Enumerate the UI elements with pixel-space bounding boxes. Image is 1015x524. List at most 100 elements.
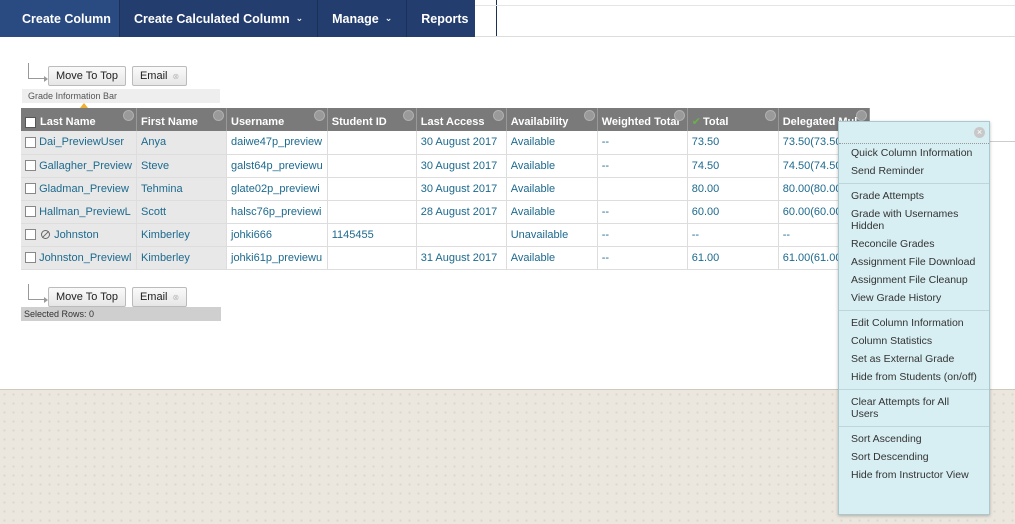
grade-information-bar[interactable]: Grade Information Bar (22, 89, 220, 103)
cell-availability[interactable]: Available (506, 177, 598, 201)
cell-student-id[interactable]: 1145455 (327, 223, 417, 247)
email-button[interactable]: Email ⊗ (131, 287, 188, 307)
column-menu-icon[interactable] (313, 110, 325, 121)
cell-student-id[interactable] (327, 246, 417, 270)
cell-last-access[interactable]: 31 August 2017 (416, 246, 507, 270)
nav-label: Create Column (22, 11, 111, 26)
cell-username[interactable]: glate02p_previewi (226, 177, 328, 201)
menu-item-quick-column-information[interactable]: Quick Column Information (839, 144, 989, 162)
menu-item-sort-descending[interactable]: Sort Descending (839, 448, 989, 466)
column-menu-icon[interactable] (213, 110, 224, 121)
menu-item-sort-ascending[interactable]: Sort Ascending (839, 430, 989, 448)
column-menu-icon[interactable] (402, 110, 414, 121)
column-menu-icon[interactable] (764, 110, 776, 121)
cell-availability[interactable]: Available (506, 246, 598, 270)
row-checkbox[interactable] (25, 136, 36, 148)
cell-value: glate02p_previewi (231, 182, 320, 195)
move-to-top-button[interactable]: Move To Top (48, 66, 126, 86)
cell-weighted[interactable] (597, 177, 688, 201)
cell-username[interactable]: halsc76p_previewi (226, 200, 328, 224)
cell-last-access[interactable]: 28 August 2017 (416, 200, 507, 224)
close-icon[interactable]: × (974, 127, 985, 138)
column-menu-icon[interactable] (123, 110, 134, 121)
menu-item-send-reminder[interactable]: Send Reminder (839, 162, 989, 180)
cell-student-id[interactable] (327, 200, 417, 224)
row-checkbox[interactable] (25, 206, 36, 218)
cell-availability[interactable]: Available (506, 200, 598, 224)
menu-item-reconcile-grades[interactable]: Reconcile Grades (839, 235, 989, 253)
grid-header-row: Last Name First Name Username Student ID Las… (21, 108, 870, 131)
cell-availability[interactable]: Unavailable (506, 223, 598, 247)
cell-total[interactable]: 80.00 (687, 177, 779, 201)
cell-student-id[interactable] (327, 154, 417, 178)
cell-username[interactable]: johki666 (226, 223, 328, 247)
cell-total[interactable]: 61.00 (687, 246, 779, 270)
column-header-username[interactable]: Username (226, 108, 328, 131)
menu-item-column-statistics[interactable]: Column Statistics (839, 332, 989, 350)
cell-value: johki666 (231, 228, 272, 241)
row-checkbox[interactable] (25, 252, 36, 264)
menu-item-view-grade-history[interactable]: View Grade History (839, 289, 989, 307)
nav-create-calculated-column-button[interactable]: Create Calculated Column ⌄ (120, 0, 319, 37)
column-header-first-name[interactable]: First Name (136, 108, 227, 131)
column-header-total[interactable]: ✔ Total (687, 108, 779, 131)
cell-weighted[interactable]: -- (597, 154, 688, 178)
divider (475, 36, 1015, 37)
cell-availability[interactable]: Available (506, 154, 598, 178)
cell-weighted[interactable]: -- (597, 246, 688, 270)
cell-total[interactable]: 60.00 (687, 200, 779, 224)
row-checkbox[interactable] (25, 229, 36, 241)
menu-item-set-as-external-grade[interactable]: Set as External Grade (839, 350, 989, 368)
menu-item-assignment-file-download[interactable]: Assignment File Download (839, 253, 989, 271)
nav-create-column-button[interactable]: Create Column (0, 0, 120, 37)
nav-manage-button[interactable]: Manage ⌄ (318, 0, 408, 37)
column-header-label: Weighted Total (601, 116, 680, 128)
column-menu-icon[interactable] (583, 110, 595, 121)
cell-value[interactable]: Johnston_Previewl (39, 252, 131, 264)
cell-total[interactable]: -- (687, 223, 779, 247)
column-menu-icon[interactable] (492, 110, 504, 121)
column-header-availability[interactable]: Availability (506, 108, 598, 131)
menu-item-hide-from-students-on-off[interactable]: Hide from Students (on/off) (839, 368, 989, 386)
cell-username[interactable]: johki61p_previewu (226, 246, 328, 270)
cell-last-access[interactable]: 30 August 2017 (416, 154, 507, 178)
move-to-top-button[interactable]: Move To Top (48, 287, 126, 307)
column-menu-icon[interactable] (855, 110, 867, 121)
cell-value[interactable]: Gallagher_Preview (39, 160, 132, 172)
cell-weighted[interactable]: -- (597, 200, 688, 224)
cell-value[interactable]: Dai_PreviewUser (39, 136, 124, 148)
cell-student-id[interactable] (327, 177, 417, 201)
cell-total[interactable]: 74.50 (687, 154, 779, 178)
cell-last-access[interactable]: 30 August 2017 (416, 131, 507, 155)
cell-weighted[interactable]: -- (597, 131, 688, 155)
cell-availability[interactable]: Available (506, 131, 598, 155)
row-checkbox[interactable] (25, 183, 36, 195)
cell-value[interactable]: Johnston (54, 229, 99, 241)
cell-weighted[interactable]: -- (597, 223, 688, 247)
column-header-last-access[interactable]: Last Access (416, 108, 507, 131)
menu-item-assignment-file-cleanup[interactable]: Assignment File Cleanup (839, 271, 989, 289)
nav-label: Create Calculated Column (134, 11, 290, 26)
cell-student-id[interactable] (327, 131, 417, 155)
column-header-student-id[interactable]: Student ID (327, 108, 417, 131)
column-menu-icon[interactable] (673, 110, 685, 121)
column-header-last-name[interactable]: Last Name (21, 108, 137, 131)
cell-username[interactable]: daiwe47p_preview (226, 131, 328, 155)
menu-item-hide-from-instructor-view[interactable]: Hide from Instructor View (839, 466, 989, 484)
menu-item-grade-with-usernames-hidden[interactable]: Grade with Usernames Hidden (839, 205, 989, 235)
cell-value: -- (601, 205, 610, 218)
menu-item-clear-attempts-for-all-users[interactable]: Clear Attempts for All Users (839, 393, 989, 423)
column-header-weighted-total[interactable]: Weighted Total (597, 108, 688, 131)
cell-value[interactable]: Hallman_PreviewL (39, 206, 131, 218)
row-checkbox[interactable] (25, 160, 36, 172)
cell-total[interactable]: 73.50 (687, 131, 779, 155)
email-button[interactable]: Email ⊗ (131, 66, 188, 86)
cell-last-access[interactable] (416, 223, 507, 247)
cell-last-access[interactable]: 30 August 2017 (416, 177, 507, 201)
menu-item-edit-column-information[interactable]: Edit Column Information (839, 314, 989, 332)
cell-value[interactable]: Gladman_Preview (39, 183, 129, 195)
menu-item-grade-attempts[interactable]: Grade Attempts (839, 187, 989, 205)
cell-value: 30 August 2017 (420, 136, 498, 149)
cell-username[interactable]: galst64p_previewu (226, 154, 328, 178)
select-all-checkbox[interactable] (25, 116, 36, 128)
